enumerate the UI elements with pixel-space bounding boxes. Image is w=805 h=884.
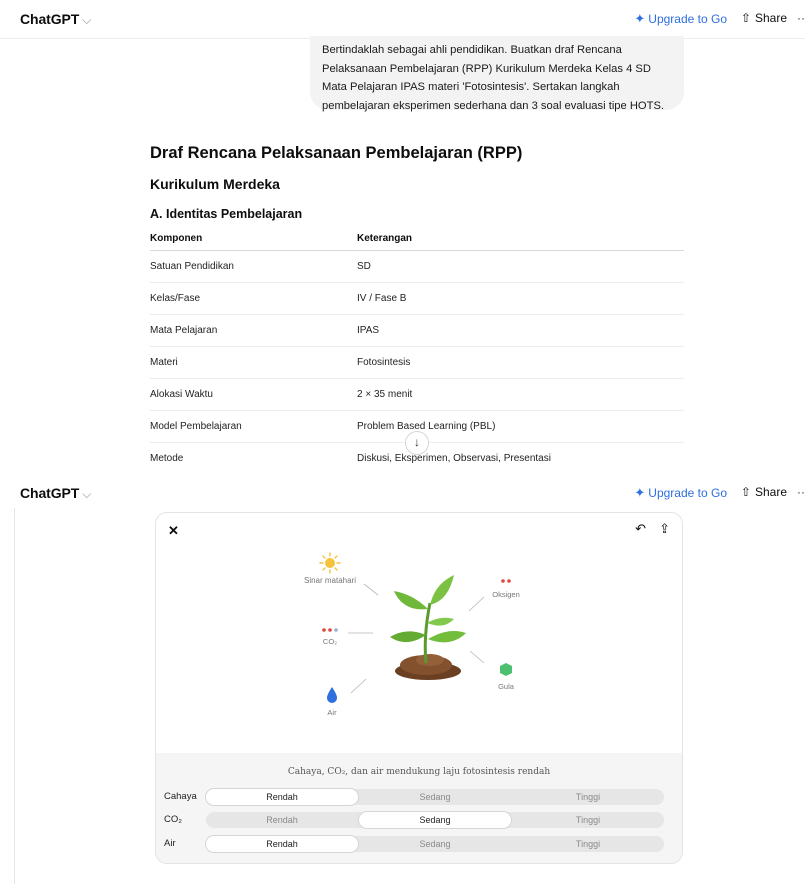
- chevron-down-icon: ⌵: [82, 13, 92, 27]
- co2-dots-icon: [322, 628, 338, 632]
- option-low[interactable]: Rendah: [206, 812, 358, 828]
- doc-title: Draf Rencana Pelaksanaan Pembelajaran (R…: [150, 144, 523, 162]
- table-cell: Alokasi Waktu: [150, 378, 357, 411]
- option-high[interactable]: Tinggi: [512, 789, 664, 805]
- column-header: Keterangan: [357, 226, 684, 251]
- diagram-caption: Cahaya, CO₂, dan air mendukung laju foto…: [287, 767, 551, 777]
- table-header-row: Komponen Keterangan: [150, 226, 684, 251]
- table-cell: Kelas/Fase: [150, 282, 357, 315]
- section-heading: A. Identitas Pembelajaran: [150, 207, 303, 221]
- sun-label: Sinar matahari: [304, 576, 356, 585]
- brand-label: ChatGPT: [20, 11, 80, 27]
- control-label: Air: [164, 838, 176, 849]
- oxygen-dots-icon: [501, 579, 511, 583]
- illustration-canvas: ✕ ↶ ⇪ Sinar matahari CO₂ Air Oksigen Gul…: [156, 513, 682, 754]
- option-high[interactable]: Tinggi: [512, 812, 664, 828]
- upgrade-label: Upgrade to Go: [648, 486, 727, 500]
- screenshot-divider: [0, 466, 805, 476]
- arrow-icon: [468, 596, 485, 612]
- control-label: CO₂: [164, 814, 182, 825]
- segmented-control: Rendah Sedang Tinggi: [206, 789, 664, 805]
- segmented-control: Rendah Sedang Tinggi: [206, 836, 664, 852]
- table-cell: Mata Pelajaran: [150, 314, 357, 347]
- control-row-co2: CO₂ Rendah Sedang Tinggi: [164, 812, 674, 830]
- more-icon[interactable]: ··: [797, 11, 805, 25]
- table-cell: Model Pembelajaran: [150, 410, 357, 443]
- top-bar: ChatGPT ⌵ ✦ Upgrade to Go ⇧ Share ··: [0, 476, 805, 508]
- co2-label: CO₂: [323, 637, 337, 646]
- share-label: Share: [754, 485, 787, 499]
- upgrade-label: Upgrade to Go: [648, 12, 727, 26]
- sugar-label: Gula: [498, 682, 515, 691]
- sparkle-icon: ✦: [634, 11, 646, 26]
- doc-subtitle: Kurikulum Merdeka: [150, 176, 280, 192]
- scroll-down-button[interactable]: ↓: [405, 431, 429, 455]
- arrow-down-icon: ↓: [414, 435, 420, 449]
- segmented-control: Rendah Sedang Tinggi: [206, 812, 664, 828]
- control-row-light: Cahaya Rendah Sedang Tinggi: [164, 789, 674, 807]
- arrow-icon: [350, 678, 367, 694]
- chevron-down-icon: ⌵: [82, 487, 92, 501]
- table-row: Alokasi Waktu 2 × 35 menit: [150, 378, 684, 411]
- control-row-water: Air Rendah Sedang Tinggi: [164, 836, 674, 854]
- sidebar-edge: [14, 508, 15, 884]
- table-row: Materi Fotosintesis: [150, 346, 684, 379]
- table-cell: Fotosintesis: [357, 346, 684, 379]
- table-row: Mata Pelajaran IPAS: [150, 314, 684, 347]
- model-selector[interactable]: ChatGPT ⌵: [20, 11, 91, 28]
- option-medium[interactable]: Sedang: [359, 836, 511, 852]
- column-header: Komponen: [150, 226, 357, 251]
- option-low[interactable]: Rendah: [206, 789, 358, 805]
- user-prompt-bubble: Bertindaklah sebagai ahli pendidikan. Bu…: [310, 36, 684, 112]
- top-bar: ChatGPT ⌵ ✦ Upgrade to Go ⇧ Share ··: [0, 0, 805, 39]
- sparkle-icon: ✦: [634, 485, 646, 500]
- sugar-hexagon-icon: [500, 663, 512, 676]
- table-row: Kelas/Fase IV / Fase B: [150, 282, 684, 315]
- arrow-icon: [469, 650, 485, 664]
- share-icon: ⇧: [740, 485, 751, 499]
- brand-label: ChatGPT: [20, 485, 80, 501]
- share-label: Share: [754, 11, 787, 25]
- option-medium[interactable]: Sedang: [359, 812, 511, 828]
- option-low[interactable]: Rendah: [206, 836, 358, 852]
- interactive-illustration-card: ✕ ↶ ⇪ Sinar matahari CO₂ Air Oksigen Gul…: [155, 512, 683, 864]
- model-selector[interactable]: ChatGPT ⌵: [20, 485, 91, 502]
- share-button[interactable]: ⇧ Share: [741, 485, 787, 499]
- table-cell: IPAS: [357, 314, 684, 347]
- table-cell: 2 × 35 menit: [357, 378, 684, 411]
- water-drop-icon: [327, 687, 337, 703]
- water-label: Air: [327, 708, 337, 717]
- oxygen-label: Oksigen: [492, 590, 520, 599]
- table-cell: SD: [357, 250, 684, 283]
- controls-panel: Cahaya, CO₂, dan air mendukung laju foto…: [156, 753, 682, 863]
- table-cell: IV / Fase B: [357, 282, 684, 315]
- share-button[interactable]: ⇧ Share: [741, 11, 787, 25]
- option-high[interactable]: Tinggi: [512, 836, 664, 852]
- table-row: Satuan Pendidikan SD: [150, 250, 684, 283]
- photosynthesis-diagram: Sinar matahari CO₂ Air Oksigen Gula: [304, 552, 520, 717]
- more-icon[interactable]: ··: [797, 485, 805, 499]
- option-medium[interactable]: Sedang: [359, 789, 511, 805]
- control-label: Cahaya: [164, 791, 197, 802]
- share-icon: ⇧: [740, 11, 751, 25]
- upgrade-button[interactable]: ✦ Upgrade to Go: [634, 485, 727, 501]
- table-cell: Satuan Pendidikan: [150, 250, 357, 283]
- arrow-icon: [363, 583, 379, 596]
- upgrade-button[interactable]: ✦ Upgrade to Go: [634, 11, 727, 27]
- plant-seedling-icon: [390, 575, 466, 680]
- table-cell: Materi: [150, 346, 357, 379]
- sun-icon: [319, 552, 341, 574]
